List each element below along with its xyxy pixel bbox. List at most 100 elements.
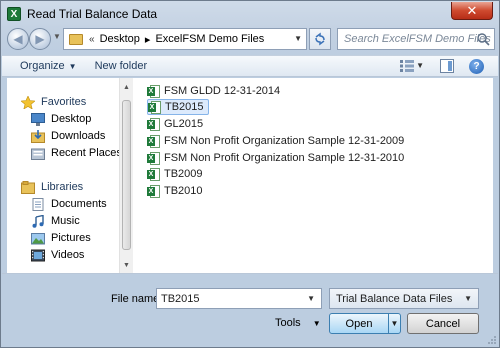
sidebar-item-label: Desktop xyxy=(51,113,92,125)
recent-locations-dropdown[interactable]: ▼ xyxy=(53,32,61,41)
navigation-pane: Favorites Desktop Downloads Recent Place… xyxy=(7,78,131,273)
divider xyxy=(2,273,498,274)
file-item-selected[interactable]: X TB2015 xyxy=(147,99,209,115)
forward-button[interactable]: ▶ xyxy=(29,28,51,50)
title-bar: X Read Trial Balance Data ✕ xyxy=(1,1,499,27)
help-icon[interactable]: ? xyxy=(469,59,484,74)
excel-file-icon: X xyxy=(147,167,160,181)
view-dropdown[interactable]: ▼ xyxy=(416,61,424,70)
scrollbar-thumb[interactable] xyxy=(122,100,131,250)
file-name-field[interactable]: TB2015 ▼ xyxy=(156,288,322,309)
scroll-down-icon[interactable]: ▼ xyxy=(123,262,130,269)
cancel-button[interactable]: Cancel xyxy=(407,313,479,334)
navigation-pane-scrollbar[interactable]: ▲ ▼ xyxy=(119,78,133,273)
sidebar-item-music[interactable]: Music xyxy=(31,213,80,229)
refresh-icon xyxy=(315,32,325,46)
back-button[interactable]: ◀ xyxy=(7,28,29,50)
recent-places-icon xyxy=(31,148,45,160)
excel-file-icon: X xyxy=(147,134,160,148)
file-name: TB2010 xyxy=(164,185,203,197)
excel-icon: X xyxy=(7,7,21,21)
file-list: X FSM GLDD 12-31-2014 X TB2015 X GL2015 … xyxy=(133,78,493,273)
file-name-value: TB2015 xyxy=(161,292,200,305)
command-bar: Organize ▼ New folder ▼ ? xyxy=(2,55,498,77)
organize-button[interactable]: Organize ▼ xyxy=(20,60,77,72)
videos-icon xyxy=(31,249,45,261)
excel-file-icon: X xyxy=(147,151,160,165)
open-file-dialog: X Read Trial Balance Data ✕ ◀ ▶ ▼ « Desk… xyxy=(0,0,500,348)
sidebar-item-label: Videos xyxy=(51,249,85,261)
chevron-down-icon: ▼ xyxy=(464,294,472,303)
sidebar-group-libraries[interactable]: Libraries xyxy=(21,179,83,195)
documents-icon xyxy=(32,197,44,211)
sidebar-group-favorites[interactable]: Favorites xyxy=(21,94,86,110)
sidebar-item-label: Recent Places xyxy=(51,147,122,159)
sidebar-item-label: Downloads xyxy=(51,130,106,142)
file-name: GL2015 xyxy=(164,118,204,130)
file-item[interactable]: X FSM GLDD 12-31-2014 xyxy=(147,83,284,99)
address-bar[interactable]: « Desktop ▸ ExcelFSM Demo Files ▼ xyxy=(63,28,307,50)
downloads-icon xyxy=(31,129,45,143)
sidebar-item-recent-places[interactable]: Recent Places xyxy=(31,145,122,161)
sidebar-item-documents[interactable]: Documents xyxy=(31,196,107,212)
pictures-icon xyxy=(31,232,45,244)
breadcrumb-desktop[interactable]: Desktop xyxy=(100,33,140,45)
chevron-down-icon: ▼ xyxy=(68,62,77,71)
window-title: Read Trial Balance Data xyxy=(27,7,158,21)
breadcrumb-current-folder[interactable]: ExcelFSM Demo Files xyxy=(155,33,264,45)
navigation-bar: ◀ ▶ ▼ « Desktop ▸ ExcelFSM Demo Files ▼ … xyxy=(7,27,495,51)
search-icon[interactable] xyxy=(476,32,490,46)
libraries-icon xyxy=(21,180,35,194)
sidebar-item-label: Documents xyxy=(51,198,107,210)
libraries-label: Libraries xyxy=(41,181,84,193)
sidebar-item-desktop[interactable]: Desktop xyxy=(31,111,91,127)
chevron-down-icon: ▼ xyxy=(312,319,321,328)
file-name: TB2009 xyxy=(164,168,203,180)
file-name: FSM Non Profit Organization Sample 12-31… xyxy=(164,135,405,147)
tools-button[interactable]: Tools ▼ xyxy=(275,317,321,329)
favorites-label: Favorites xyxy=(41,96,87,108)
excel-file-icon: X xyxy=(147,84,160,98)
close-button[interactable]: ✕ xyxy=(451,2,493,20)
music-icon xyxy=(32,214,44,228)
file-item[interactable]: X FSM Non Profit Organization Sample 12-… xyxy=(147,133,408,149)
change-view-icon[interactable] xyxy=(400,60,414,72)
file-name: FSM GLDD 12-31-2014 xyxy=(164,85,281,97)
refresh-button[interactable] xyxy=(309,28,331,50)
file-item[interactable]: X FSM Non Profit Organization Sample 12-… xyxy=(147,150,408,166)
excel-file-icon: X xyxy=(147,184,160,198)
organize-label: Organize xyxy=(20,60,65,72)
sidebar-item-label: Pictures xyxy=(51,232,91,244)
new-folder-button[interactable]: New folder xyxy=(95,60,148,72)
preview-pane-icon[interactable] xyxy=(440,59,454,73)
open-options-dropdown[interactable]: ▼ xyxy=(388,314,400,333)
folder-icon xyxy=(69,33,83,45)
file-item[interactable]: X TB2010 xyxy=(147,183,207,199)
file-name: TB2015 xyxy=(165,101,204,113)
sidebar-item-pictures[interactable]: Pictures xyxy=(31,230,91,246)
open-label: Open xyxy=(345,317,373,330)
search-input[interactable]: Search ExcelFSM Demo Files xyxy=(337,28,495,50)
chevron-down-icon[interactable]: ▼ xyxy=(307,294,315,303)
file-type-filter[interactable]: Trial Balance Data Files ▼ xyxy=(329,288,479,309)
open-button[interactable]: Open ▼ xyxy=(329,313,401,334)
sidebar-item-downloads[interactable]: Downloads xyxy=(31,128,105,144)
breadcrumb-overflow[interactable]: « xyxy=(89,34,95,45)
excel-file-icon: X xyxy=(147,117,160,131)
excel-file-icon: X xyxy=(148,100,161,114)
breadcrumb-arrow[interactable]: ▸ xyxy=(145,33,151,46)
sidebar-item-label: Music xyxy=(51,215,80,227)
tools-label: Tools xyxy=(275,317,301,329)
sidebar-item-videos[interactable]: Videos xyxy=(31,247,84,263)
address-dropdown[interactable]: ▼ xyxy=(294,34,302,43)
star-icon xyxy=(21,95,35,109)
scroll-up-icon[interactable]: ▲ xyxy=(123,84,130,91)
file-name: FSM Non Profit Organization Sample 12-31… xyxy=(164,152,405,164)
desktop-icon xyxy=(31,112,45,126)
search-placeholder: Search ExcelFSM Demo Files xyxy=(344,33,491,45)
file-item[interactable]: X GL2015 xyxy=(147,116,207,132)
file-type-value: Trial Balance Data Files xyxy=(336,292,453,305)
file-item[interactable]: X TB2009 xyxy=(147,166,207,182)
file-name-label: File name: xyxy=(111,293,163,305)
resize-grip-icon[interactable] xyxy=(487,335,497,345)
